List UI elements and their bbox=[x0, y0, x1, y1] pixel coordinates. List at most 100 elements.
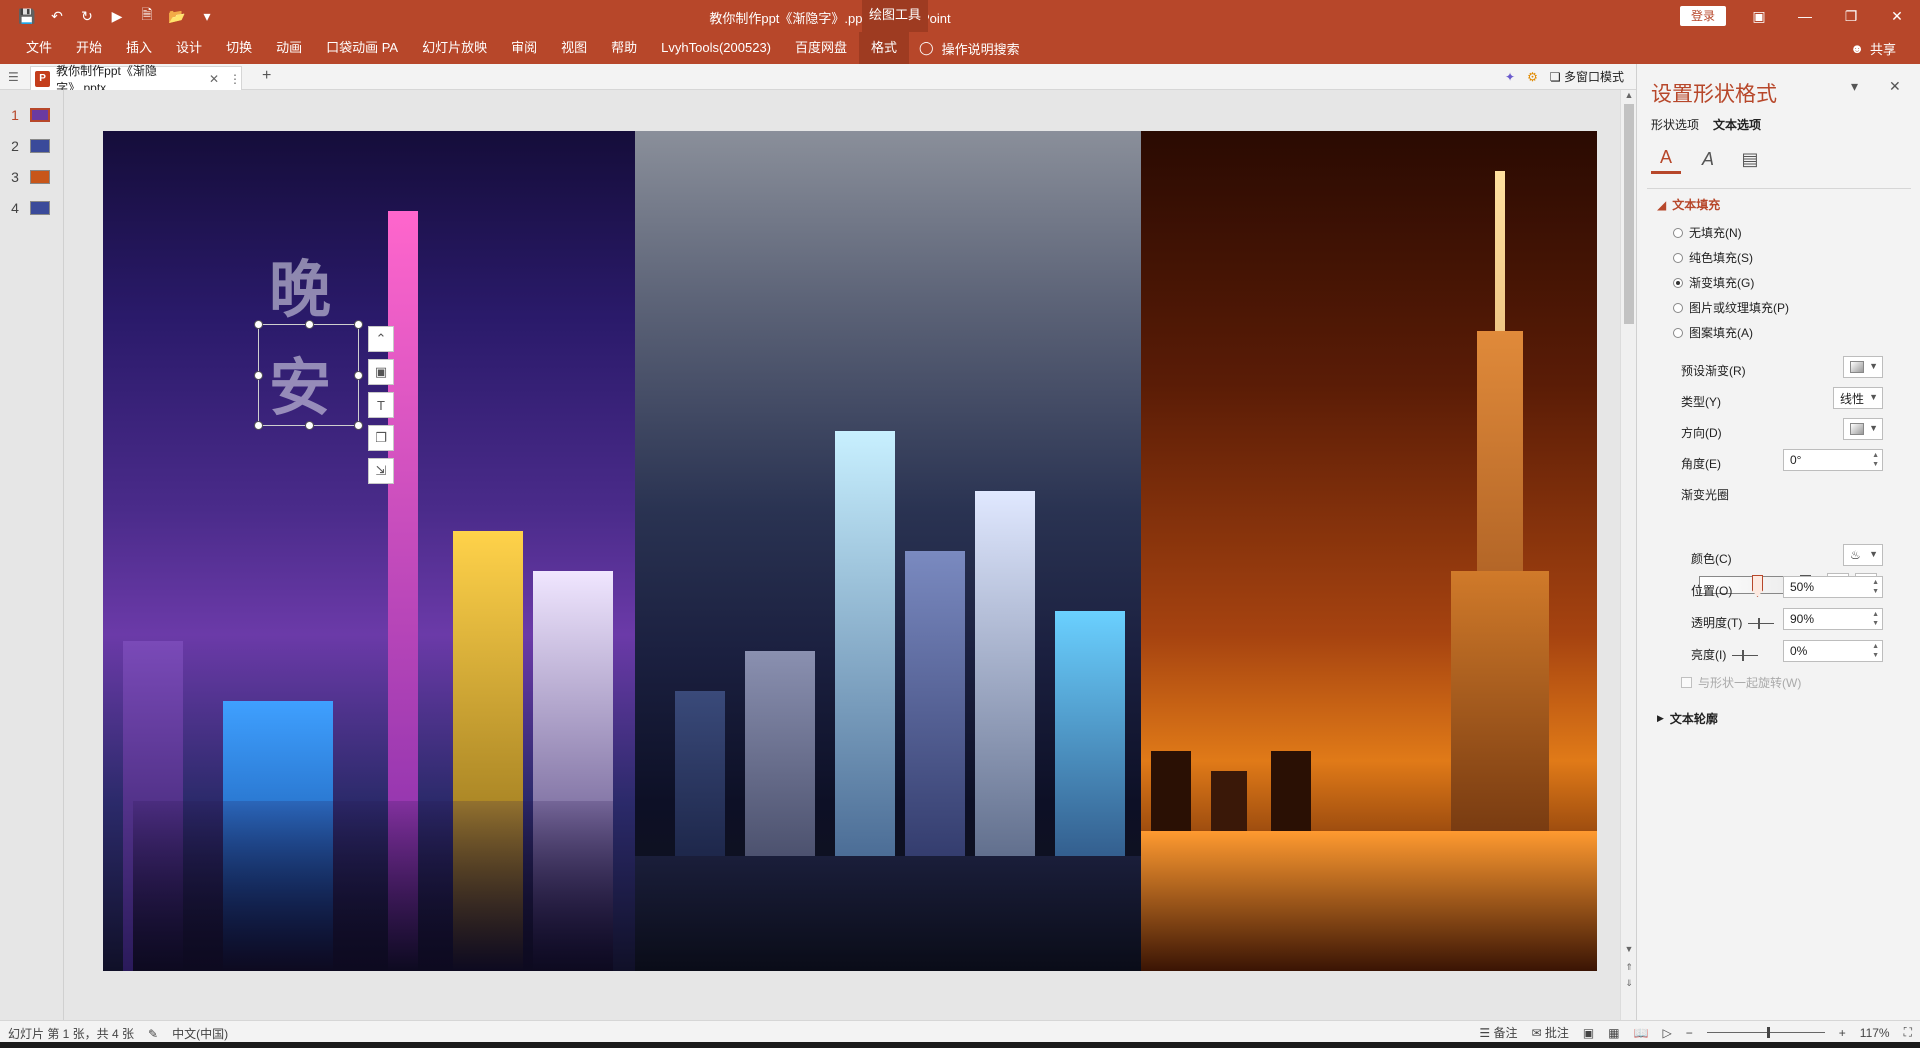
tell-me-search[interactable]: ◯ 操作说明搜索 bbox=[919, 39, 1020, 58]
settings-gear-icon[interactable]: ⚙ bbox=[1527, 70, 1538, 84]
preset-gradient-dropdown[interactable]: ▼ bbox=[1843, 356, 1883, 378]
multi-window-button[interactable]: ❏ 多窗口模式 bbox=[1550, 68, 1624, 85]
crop-icon[interactable]: ⇲ bbox=[368, 458, 394, 484]
restore-icon[interactable]: ❐ bbox=[1828, 0, 1874, 32]
radio-no-fill[interactable]: 无填充(N) bbox=[1673, 224, 1742, 241]
slide-thumbnail[interactable]: 1 bbox=[0, 104, 64, 126]
ribbon-tab[interactable]: 帮助 bbox=[599, 32, 649, 64]
ribbon-tab[interactable]: 文件 bbox=[14, 32, 64, 64]
undo-icon[interactable]: ↶ bbox=[46, 5, 68, 27]
text-fill-section[interactable]: ◢ 文本填充 bbox=[1657, 196, 1720, 213]
normal-view-icon[interactable]: ▣ bbox=[1583, 1026, 1594, 1040]
new-file-icon[interactable]: 🗎 bbox=[136, 5, 158, 27]
spinner-icon[interactable]: ▲ ▼ bbox=[1872, 451, 1879, 469]
ribbon-tab[interactable]: 幻灯片放映 bbox=[410, 32, 499, 64]
language-indicator[interactable]: 中文(中国) bbox=[172, 1025, 228, 1042]
login-button[interactable]: 登录 bbox=[1680, 6, 1726, 26]
slide-char-wan[interactable]: 晚 bbox=[269, 239, 331, 329]
minimize-icon[interactable]: — bbox=[1782, 0, 1828, 32]
scroll-down-icon[interactable]: ▼ bbox=[1621, 944, 1637, 958]
ribbon-tab[interactable]: 审阅 bbox=[499, 32, 549, 64]
comments-button[interactable]: ✉ 批注 bbox=[1531, 1024, 1568, 1041]
ribbon-tab[interactable]: 视图 bbox=[549, 32, 599, 64]
angle-input[interactable]: 0° ▲ ▼ bbox=[1783, 449, 1883, 471]
radio-gradient-fill[interactable]: 渐变填充(G) bbox=[1673, 274, 1754, 291]
resize-handle[interactable] bbox=[254, 371, 263, 380]
rotate-with-shape-checkbox[interactable] bbox=[1681, 677, 1692, 688]
ribbon-tab[interactable]: LvyhTools(200523) bbox=[649, 32, 783, 64]
close-pane-icon[interactable]: ✕ bbox=[1889, 78, 1901, 95]
fit-to-window-icon[interactable]: ⛶ bbox=[1904, 1025, 1912, 1040]
text-fill-outline-icon[interactable]: A bbox=[1651, 144, 1681, 174]
new-tab-icon[interactable]: + bbox=[262, 67, 271, 85]
layout-options-icon[interactable]: ▣ bbox=[368, 359, 394, 385]
save-icon[interactable]: 💾 bbox=[16, 5, 38, 27]
scroll-thumb[interactable] bbox=[1624, 104, 1634, 324]
position-input[interactable]: 50% ▲ ▼ bbox=[1783, 576, 1883, 598]
gradient-stop-selected[interactable] bbox=[1752, 575, 1763, 597]
reading-view-icon[interactable]: 📖 bbox=[1634, 1026, 1649, 1040]
accessibility-icon[interactable]: ✎ bbox=[148, 1027, 158, 1041]
slide-thumbnail[interactable]: 2 bbox=[0, 135, 64, 157]
radio-button[interactable] bbox=[1673, 227, 1683, 238]
tab-text-options[interactable]: 文本选项 bbox=[1713, 116, 1761, 133]
ribbon-tab[interactable]: 插入 bbox=[114, 32, 164, 64]
ribbon-display-options-icon[interactable]: ▣ bbox=[1736, 0, 1782, 32]
tab-menu-icon[interactable]: ⋮ bbox=[229, 72, 241, 86]
resize-handle[interactable] bbox=[254, 421, 263, 430]
direction-dropdown[interactable]: ▼ bbox=[1843, 418, 1883, 440]
previous-slide-icon[interactable]: ⇑ bbox=[1621, 962, 1637, 976]
scroll-up-icon[interactable]: ▲ bbox=[1621, 90, 1637, 104]
slide-sorter-icon[interactable]: ▦ bbox=[1608, 1026, 1619, 1040]
radio-button[interactable] bbox=[1673, 277, 1683, 288]
rotate-with-shape-option[interactable]: 与形状一起旋转(W) bbox=[1681, 674, 1801, 691]
ribbon-tab[interactable]: 口袋动画 PA bbox=[314, 32, 410, 64]
pane-options-icon[interactable]: ▾ bbox=[1851, 78, 1858, 95]
radio-pattern-fill[interactable]: 图案填充(A) bbox=[1673, 324, 1753, 341]
transparency-input[interactable]: 90% ▲ ▼ bbox=[1783, 608, 1883, 630]
tab-list-icon[interactable]: ☰ bbox=[8, 70, 19, 84]
spinner-icon[interactable]: ▲ ▼ bbox=[1872, 642, 1879, 660]
resize-handle[interactable] bbox=[305, 421, 314, 430]
start-from-beginning-icon[interactable]: ▶ bbox=[106, 5, 128, 27]
ribbon-tab[interactable]: 开始 bbox=[64, 32, 114, 64]
next-slide-icon[interactable]: ⇓ bbox=[1621, 978, 1637, 992]
color-picker[interactable]: ♨ ▼ bbox=[1843, 544, 1883, 566]
ribbon-tab[interactable]: 百度网盘 bbox=[783, 32, 859, 64]
close-tab-icon[interactable]: ✕ bbox=[209, 72, 219, 86]
collapse-up-icon[interactable]: ⌃ bbox=[368, 326, 394, 352]
transparency-slider[interactable] bbox=[1748, 618, 1775, 630]
resize-handle[interactable] bbox=[354, 320, 363, 329]
selected-textbox[interactable] bbox=[254, 320, 363, 430]
ribbon-tab[interactable]: 格式 bbox=[859, 32, 910, 64]
vertical-scrollbar[interactable]: ▲ ▼ ⇑ ⇓ bbox=[1620, 90, 1636, 1020]
tab-shape-options[interactable]: 形状选项 bbox=[1651, 116, 1699, 133]
radio-solid-fill[interactable]: 纯色填充(S) bbox=[1673, 249, 1753, 266]
brightness-slider[interactable] bbox=[1732, 650, 1759, 662]
slideshow-icon[interactable]: ▷ bbox=[1663, 1026, 1672, 1040]
slide-thumbnail[interactable]: 4 bbox=[0, 197, 64, 219]
notes-button[interactable]: ☰ 备注 bbox=[1479, 1024, 1517, 1041]
zoom-slider[interactable] bbox=[1706, 1027, 1825, 1038]
resize-handle[interactable] bbox=[254, 320, 263, 329]
ribbon-tab[interactable]: 切换 bbox=[214, 32, 264, 64]
radio-button[interactable] bbox=[1673, 302, 1683, 313]
redo-icon[interactable]: ↻ bbox=[76, 5, 98, 27]
open-folder-icon[interactable]: 📂 bbox=[166, 5, 188, 27]
ribbon-tab[interactable]: 动画 bbox=[264, 32, 314, 64]
slide-thumbnail[interactable]: 3 bbox=[0, 166, 64, 188]
customize-qat-icon[interactable]: ▾ bbox=[196, 5, 218, 27]
type-dropdown[interactable]: 线性 ▼ bbox=[1833, 387, 1883, 409]
zoom-in-icon[interactable]: + bbox=[1839, 1026, 1846, 1040]
pin-icon[interactable]: ✦ bbox=[1505, 70, 1515, 84]
zoom-out-icon[interactable]: − bbox=[1686, 1026, 1693, 1040]
close-icon[interactable]: ✕ bbox=[1874, 0, 1920, 32]
spinner-icon[interactable]: ▲ ▼ bbox=[1872, 610, 1879, 628]
text-effects-icon[interactable]: A bbox=[1693, 144, 1723, 174]
radio-button[interactable] bbox=[1673, 327, 1683, 338]
ribbon-tab[interactable]: 设计 bbox=[164, 32, 214, 64]
spinner-icon[interactable]: ▲ ▼ bbox=[1872, 578, 1879, 596]
resize-handle[interactable] bbox=[305, 320, 314, 329]
text-box-icon[interactable]: T bbox=[368, 392, 394, 418]
zoom-level[interactable]: 117% bbox=[1860, 1026, 1890, 1040]
